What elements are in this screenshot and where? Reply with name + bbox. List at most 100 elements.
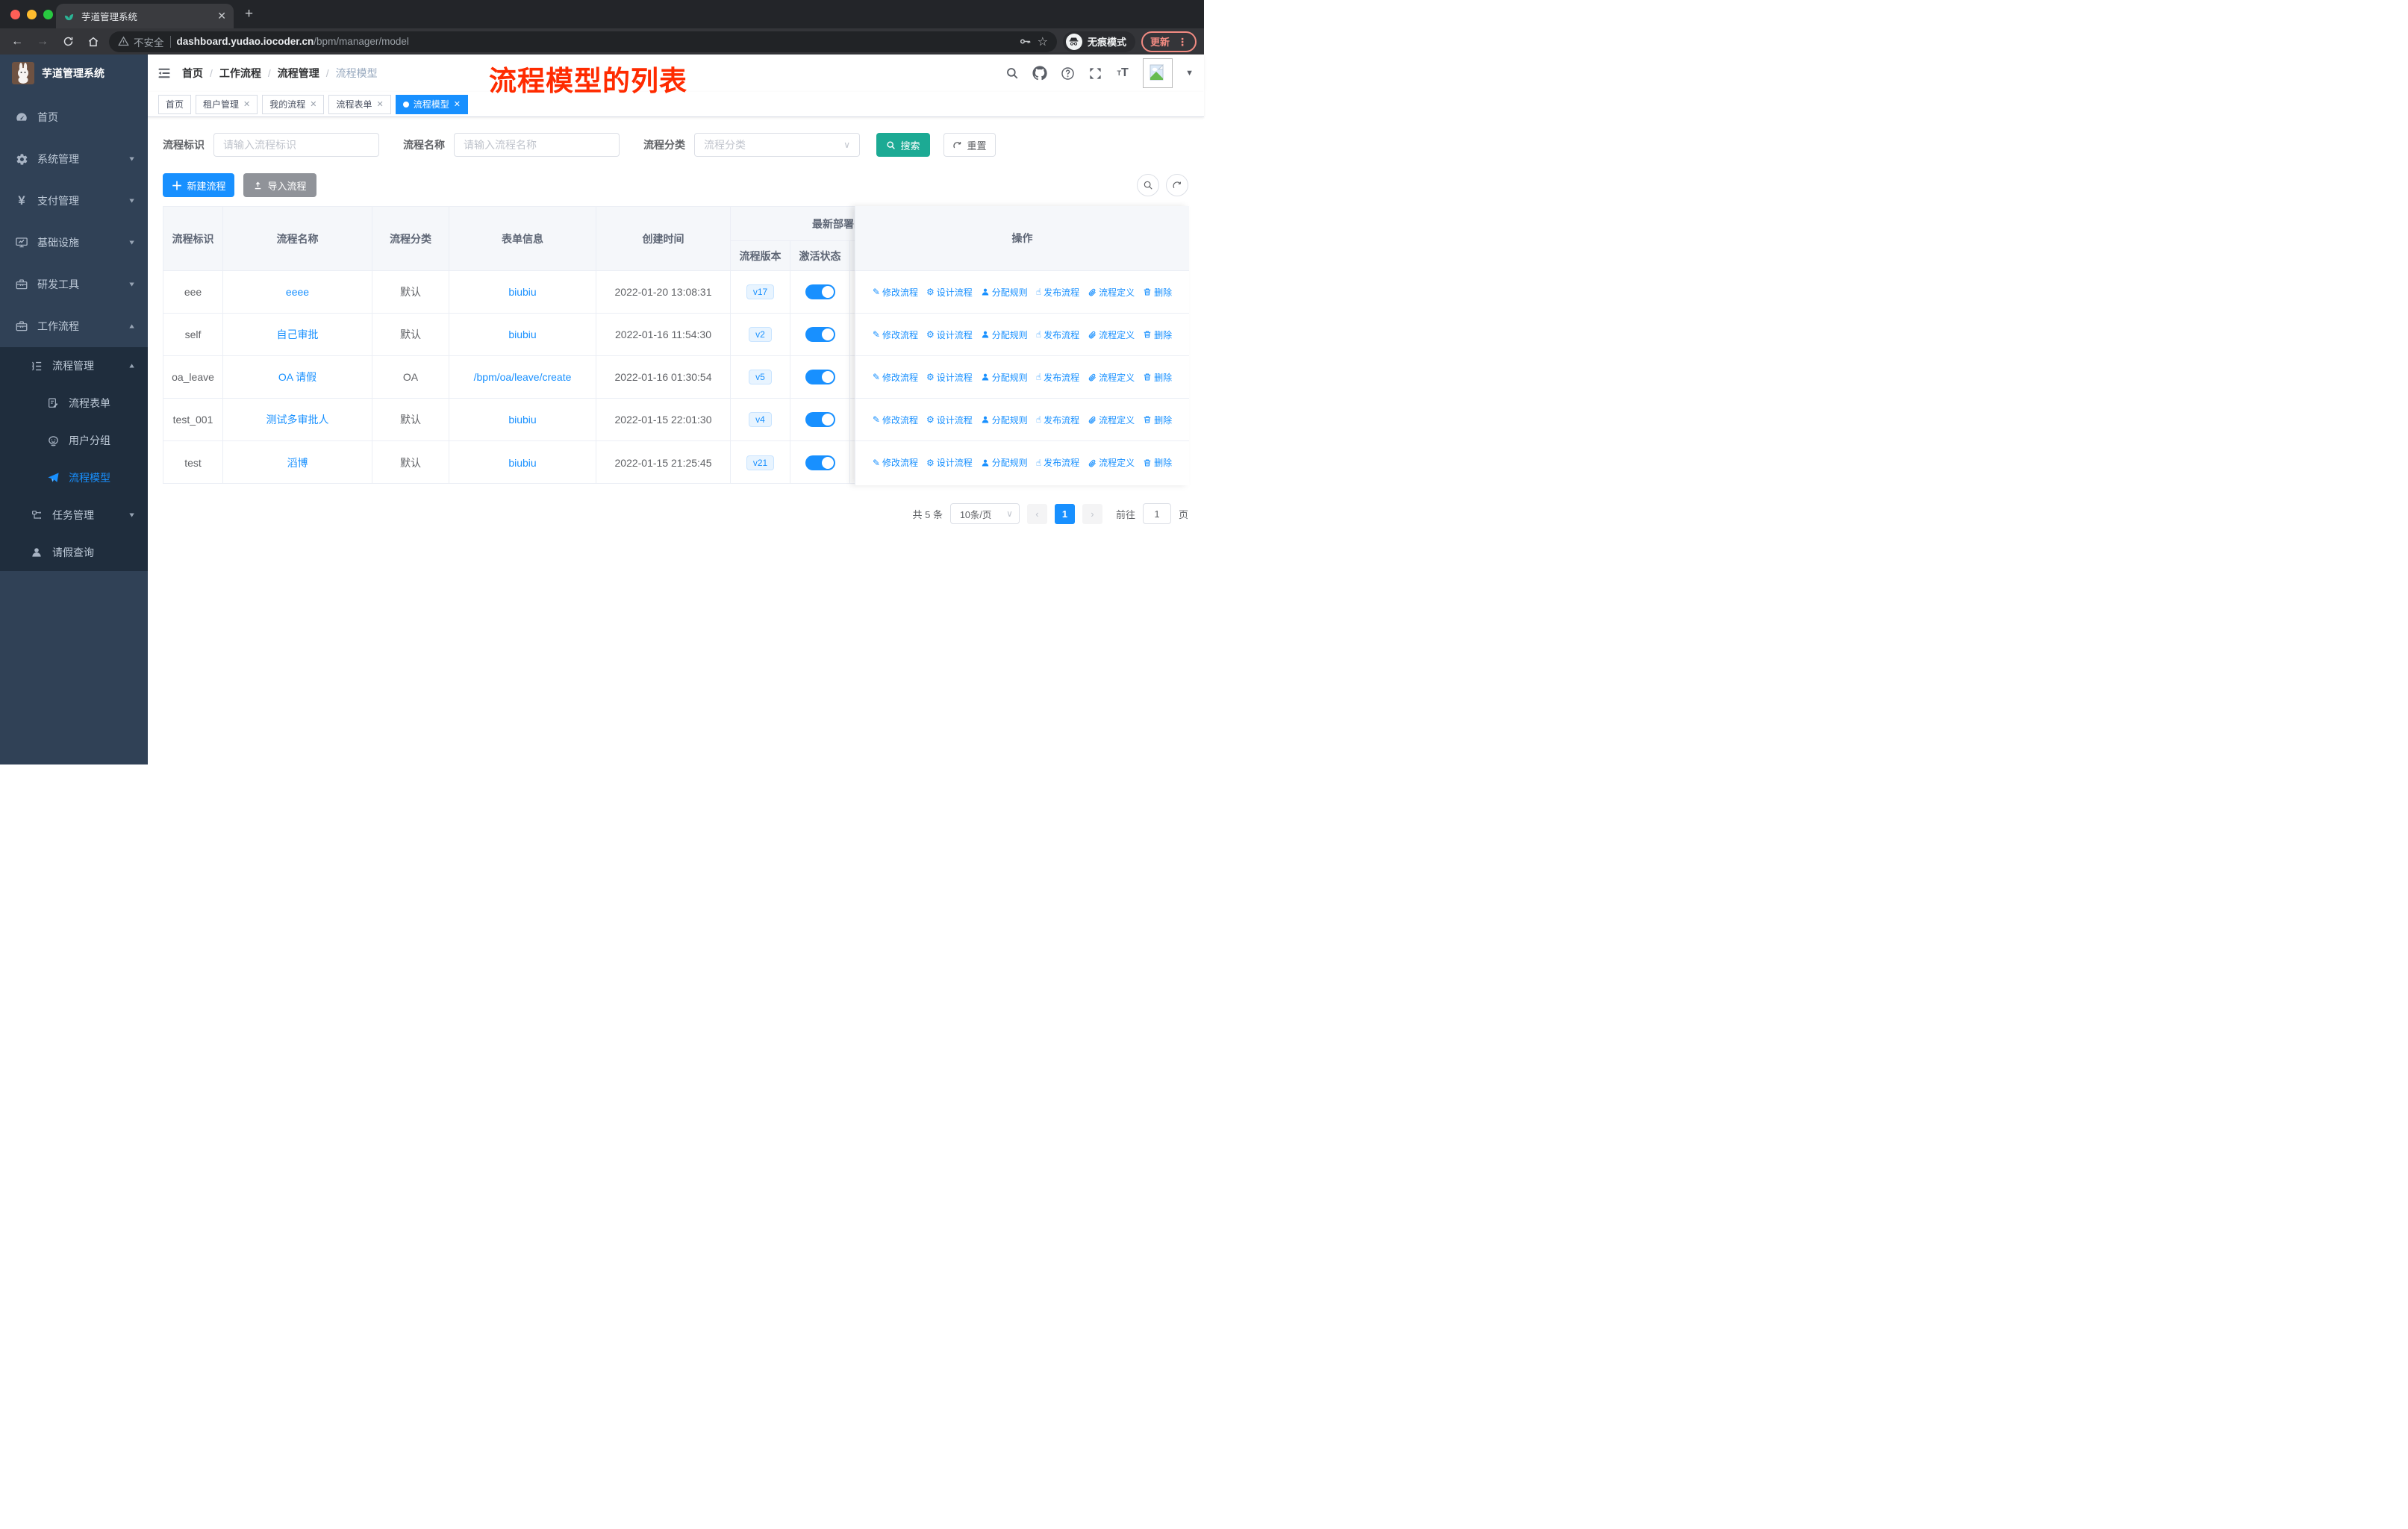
close-icon[interactable]: ✕ [377,99,384,109]
hamburger-collapse-icon[interactable] [148,66,182,81]
action-link-assign-user[interactable]: 分配规则 [981,328,1028,341]
kebab-menu-icon[interactable]: ⋮ [1177,37,1188,47]
action-link-paperclip[interactable]: 流程定义 [1088,371,1135,384]
key-icon[interactable] [1019,35,1032,48]
process-name-link[interactable]: eeee [286,286,309,298]
version-badge[interactable]: v21 [746,455,775,470]
show-search-button[interactable] [1137,174,1159,196]
category-select[interactable]: 流程分类 ∨ [694,133,860,157]
sidebar-item-process-form[interactable]: 流程表单 [0,384,148,422]
breadcrumb-process-mgmt[interactable]: 流程管理 [278,66,319,81]
sidebar-item-workflow[interactable]: 工作流程 ▲ [0,305,148,347]
process-name-link[interactable]: 测试多审批人 [266,412,329,427]
version-badge[interactable]: v2 [749,327,772,342]
process-name-link[interactable]: OA 请假 [278,370,316,384]
version-badge[interactable]: v5 [749,370,772,384]
action-link-paperclip[interactable]: 流程定义 [1088,414,1135,426]
action-link-edit-pencil[interactable]: ✎ 修改流程 [873,371,918,384]
active-toggle[interactable] [805,455,835,470]
back-icon[interactable]: ← [7,32,27,52]
reset-button[interactable]: 重置 [943,133,996,157]
sidebar-item-infra[interactable]: 基础设施 ▼ [0,222,148,264]
close-icon[interactable]: ✕ [310,99,316,109]
browser-tab[interactable]: 芋道管理系统 ✕ [56,4,234,28]
action-link-trash[interactable]: 删除 [1143,286,1172,299]
action-link-assign-user[interactable]: 分配规则 [981,414,1028,426]
action-link-design-gear[interactable]: ⚙ 设计流程 [926,328,973,341]
tag-process-model[interactable]: 流程模型 ✕ [395,94,468,114]
create-process-button[interactable]: ＋ 新建流程 [163,173,234,197]
breadcrumb-home[interactable]: 首页 [182,66,203,81]
sidebar-item-user-group[interactable]: 用户分组 [0,422,148,459]
action-link-edit-pencil[interactable]: ✎ 修改流程 [873,328,918,341]
url-text[interactable]: dashboard.yudao.iocoder.cn/bpm/manager/m… [177,36,409,47]
maximize-window-dot[interactable] [43,10,53,19]
action-link-assign-user[interactable]: 分配规则 [981,371,1028,384]
tag-my-process[interactable]: 我的流程 ✕ [262,94,325,114]
help-icon[interactable] [1060,66,1075,81]
process-key-input[interactable]: 请输入流程标识 [213,133,379,157]
bookmark-star-icon[interactable]: ☆ [1038,34,1048,49]
forward-icon[interactable]: → [33,32,52,52]
form-link[interactable]: biubiu [508,286,536,298]
github-icon[interactable] [1032,66,1047,81]
action-link-publish-hand[interactable]: ☝ 发布流程 [1036,414,1079,426]
active-toggle[interactable] [805,327,835,342]
process-name-input[interactable]: 请输入流程名称 [454,133,620,157]
action-link-trash[interactable]: 删除 [1143,328,1172,341]
action-link-assign-user[interactable]: 分配规则 [981,456,1028,469]
version-badge[interactable]: v17 [746,284,775,299]
action-link-trash[interactable]: 删除 [1143,371,1172,384]
tag-home[interactable]: 首页 [158,94,192,114]
minimize-window-dot[interactable] [27,10,37,19]
action-link-edit-pencil[interactable]: ✎ 修改流程 [873,286,918,299]
action-link-design-gear[interactable]: ⚙ 设计流程 [926,371,973,384]
search-button[interactable]: 搜索 [876,133,930,157]
action-link-publish-hand[interactable]: ☝ 发布流程 [1036,328,1079,341]
address-bar[interactable]: 不安全 dashboard.yudao.iocoder.cn/bpm/manag… [109,31,1057,52]
tag-tenant[interactable]: 租户管理 ✕ [196,94,258,114]
form-link[interactable]: biubiu [508,414,536,426]
tab-close-icon[interactable]: ✕ [217,10,226,22]
prev-page-button[interactable]: ‹ [1026,503,1047,524]
action-link-publish-hand[interactable]: ☝ 发布流程 [1036,371,1079,384]
form-link[interactable]: /bpm/oa/leave/create [474,371,572,383]
action-link-edit-pencil[interactable]: ✎ 修改流程 [873,414,918,426]
form-link[interactable]: biubiu [508,328,536,340]
security-indicator[interactable]: 不安全 [118,34,164,49]
version-badge[interactable]: v4 [749,412,772,427]
action-link-publish-hand[interactable]: ☝ 发布流程 [1036,286,1079,299]
reload-icon[interactable] [58,32,78,52]
action-link-paperclip[interactable]: 流程定义 [1088,328,1135,341]
close-icon[interactable]: ✕ [454,99,461,109]
active-toggle[interactable] [805,412,835,427]
process-name-link[interactable]: 滔博 [287,455,308,470]
action-link-trash[interactable]: 删除 [1143,456,1172,469]
next-page-button[interactable]: › [1082,503,1102,524]
fullscreen-icon[interactable] [1088,66,1102,81]
action-link-design-gear[interactable]: ⚙ 设计流程 [926,414,973,426]
chrome-update-button[interactable]: 更新 ⋮ [1141,31,1197,52]
action-link-paperclip[interactable]: 流程定义 [1088,286,1135,299]
sidebar-item-pay[interactable]: ¥ 支付管理 ▼ [0,180,148,222]
sidebar-item-process-mgmt[interactable]: 流程管理 ▲ [0,347,148,384]
new-tab-button[interactable]: + [245,7,253,21]
process-name-link[interactable]: 自己审批 [277,327,319,342]
action-link-assign-user[interactable]: 分配规则 [981,286,1028,299]
close-window-dot[interactable] [10,10,20,19]
window-controls[interactable] [10,10,53,19]
close-icon[interactable]: ✕ [243,99,250,109]
tag-process-form[interactable]: 流程表单 ✕ [328,94,391,114]
search-icon[interactable] [1005,66,1020,81]
font-size-icon[interactable]: TT [1115,66,1130,81]
action-link-design-gear[interactable]: ⚙ 设计流程 [926,286,973,299]
import-process-button[interactable]: 导入流程 [243,173,316,197]
action-link-publish-hand[interactable]: ☝ 发布流程 [1036,456,1079,469]
action-link-paperclip[interactable]: 流程定义 [1088,456,1135,469]
active-toggle[interactable] [805,284,835,299]
refresh-button[interactable] [1166,174,1188,196]
sidebar-item-system[interactable]: 系统管理 ▼ [0,138,148,180]
current-page-button[interactable]: 1 [1054,503,1075,524]
action-link-design-gear[interactable]: ⚙ 设计流程 [926,456,973,469]
sidebar-item-devtools[interactable]: 研发工具 ▼ [0,264,148,305]
